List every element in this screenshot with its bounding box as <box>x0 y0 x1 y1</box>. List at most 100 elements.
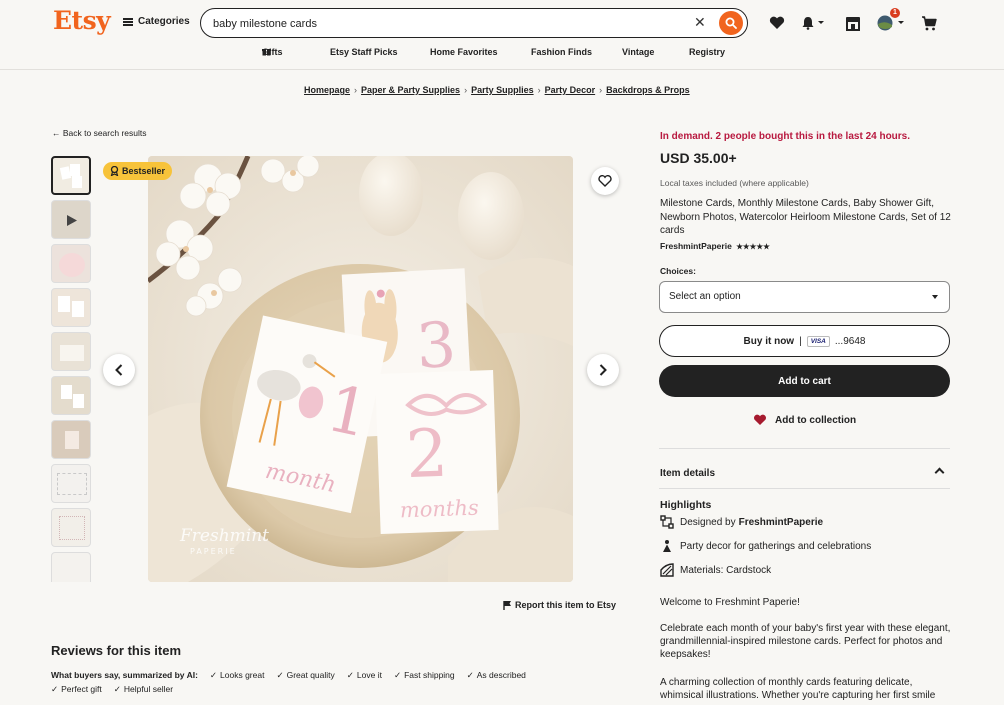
card-last-digits: ...9648 <box>834 335 866 347</box>
award-ribbon-icon <box>110 166 119 176</box>
chevron-right-icon <box>599 364 607 376</box>
report-item-label: Report this item to Etsy <box>515 600 617 610</box>
thumbnail-6[interactable] <box>51 376 91 415</box>
sub-navigation: Gifts Etsy Staff Picks Home Favorites Fa… <box>0 47 1004 61</box>
subnav-home-favorites[interactable]: Home Favorites <box>430 47 498 57</box>
thumbnail-video[interactable] <box>51 200 91 239</box>
check-icon: ✓ <box>209 670 218 680</box>
designed-by-prefix: Designed by <box>680 516 736 528</box>
check-icon: ✓ <box>393 670 402 680</box>
arrow-left-icon: ← <box>52 128 61 138</box>
check-icon: ✓ <box>346 670 354 680</box>
choices-select-value: Select an option <box>669 291 741 302</box>
divider <box>659 448 950 449</box>
thumbnail-1[interactable] <box>51 156 91 195</box>
highlight-materials: Materials: Cardstock <box>660 563 771 577</box>
choices-select[interactable]: Select an option <box>659 281 950 313</box>
subnav-gifts-label: Gifts <box>262 46 283 57</box>
thumbnail-10[interactable] <box>51 552 91 582</box>
item-details-toggle[interactable]: Item details <box>660 468 715 479</box>
demand-notice: In demand. 2 people bought this in the l… <box>660 131 911 142</box>
previous-image-button[interactable] <box>103 354 135 386</box>
notifications-bell-icon[interactable] <box>800 14 826 32</box>
highlights-heading: Highlights <box>660 499 712 511</box>
flag-icon <box>503 601 511 610</box>
review-summary-row-2: ✓ Perfect gift ✓ Helpful seller <box>51 684 173 695</box>
highlight-materials-text: Materials: Cardstock <box>680 564 772 576</box>
categories-label: Categories <box>138 16 190 27</box>
visa-card-icon: VISA <box>806 335 830 347</box>
designed-by-shop-link[interactable]: FreshmintPaperie <box>739 517 823 528</box>
heart-filled-icon <box>754 414 766 425</box>
price: USD 35.00+ <box>660 150 737 166</box>
chevron-right-icon: › <box>464 85 468 95</box>
tax-note: Local taxes included (where applicable) <box>660 178 809 188</box>
thumbnail-strip <box>51 156 92 582</box>
highlight-party-decor: Party decor for gatherings and celebrati… <box>660 539 871 553</box>
account-avatar-icon[interactable] <box>876 14 904 32</box>
buy-it-now-label: Buy it now <box>743 335 795 347</box>
search-button[interactable] <box>719 11 743 35</box>
check-icon: ✓ <box>51 684 59 694</box>
buy-it-now-button[interactable]: Buy it now | VISA ...9648 <box>659 325 950 357</box>
chevron-up-icon[interactable] <box>934 467 945 478</box>
breadcrumb: Homepage › Paper & Party Supplies › Part… <box>304 85 690 95</box>
review-tag: ✓ As described <box>466 670 526 680</box>
shop-manager-store-icon[interactable] <box>844 14 862 32</box>
heart-outline-icon <box>598 175 612 187</box>
next-image-button[interactable] <box>587 354 619 386</box>
favorites-heart-icon[interactable] <box>768 14 786 32</box>
description-paragraph-3: A charming collection of monthly cards f… <box>660 677 936 702</box>
subnav-registry[interactable]: Registry <box>689 47 725 57</box>
thumbnail-8[interactable] <box>51 464 91 503</box>
subnav-gifts[interactable]: Gifts <box>262 47 283 57</box>
shop-info: FreshmintPaperie ★★★★★ <box>660 241 770 251</box>
description-paragraph-2: Celebrate each month of your baby's firs… <box>660 623 951 661</box>
add-to-collection-label: Add to collection <box>775 414 857 426</box>
back-to-search-link[interactable]: ← Back to search results <box>52 128 147 138</box>
categories-button[interactable]: Categories <box>123 16 190 27</box>
add-to-cart-button[interactable]: Add to cart <box>659 365 950 397</box>
subnav-vintage[interactable]: Vintage <box>622 47 654 57</box>
shop-name-link[interactable]: FreshmintPaperie <box>660 241 732 251</box>
subnav-fashion-finds[interactable]: Fashion Finds <box>531 47 592 57</box>
review-tag: ✓ Looks great <box>209 670 265 680</box>
thumbnail-7[interactable] <box>51 420 91 459</box>
thumbnail-3[interactable] <box>51 244 91 283</box>
thumbnail-9[interactable] <box>51 508 91 547</box>
favorite-button[interactable] <box>591 167 619 195</box>
subnav-staff-picks[interactable]: Etsy Staff Picks <box>330 47 398 57</box>
main-product-image[interactable]: 3 1 month 2 months Freshmint PAPERIE <box>148 156 573 582</box>
thumbnail-5[interactable] <box>51 332 91 371</box>
review-tag: ✓ Great quality <box>276 670 335 680</box>
check-icon: ✓ <box>466 670 474 680</box>
separator: | <box>799 335 802 347</box>
add-to-collection-button[interactable]: Add to collection <box>753 414 856 426</box>
caret-down-icon <box>932 295 938 299</box>
search-input[interactable] <box>213 15 683 32</box>
breadcrumb-paper-party[interactable]: Paper & Party Supplies <box>361 85 460 95</box>
divider <box>659 488 950 489</box>
bestseller-badge: Bestseller <box>103 162 173 180</box>
breadcrumb-party-decor[interactable]: Party Decor <box>545 85 596 95</box>
menu-icon <box>123 17 133 26</box>
star-rating: ★★★★★ <box>736 242 770 251</box>
breadcrumb-backdrops-props[interactable]: Backdrops & Props <box>606 85 690 95</box>
thumbnail-4[interactable] <box>51 288 91 327</box>
watermark-name: Freshmint <box>179 526 269 546</box>
highlight-designed-by: Designed by FreshmintPaperie <box>660 515 823 529</box>
review-summary-row-1: What buyers say, summarized by AI: ✓ Look… <box>51 670 526 681</box>
etsy-listing-page: Etsy Categories ✕ 1 <box>0 0 1004 705</box>
search-icon <box>725 17 737 29</box>
watermark-sub: PAPERIE <box>190 547 237 556</box>
breadcrumb-party-supplies[interactable]: Party Supplies <box>471 85 534 95</box>
report-item-link[interactable]: Report this item to Etsy <box>503 600 616 610</box>
search-bar: ✕ <box>200 8 748 38</box>
etsy-logo[interactable]: Etsy <box>53 6 111 35</box>
notification-badge: 1 <box>890 8 900 18</box>
cart-icon[interactable] <box>920 14 938 32</box>
chevron-right-icon: › <box>599 85 603 95</box>
breadcrumb-homepage[interactable]: Homepage <box>304 85 350 95</box>
party-person-icon <box>663 540 671 552</box>
clear-icon[interactable]: ✕ <box>694 14 706 31</box>
